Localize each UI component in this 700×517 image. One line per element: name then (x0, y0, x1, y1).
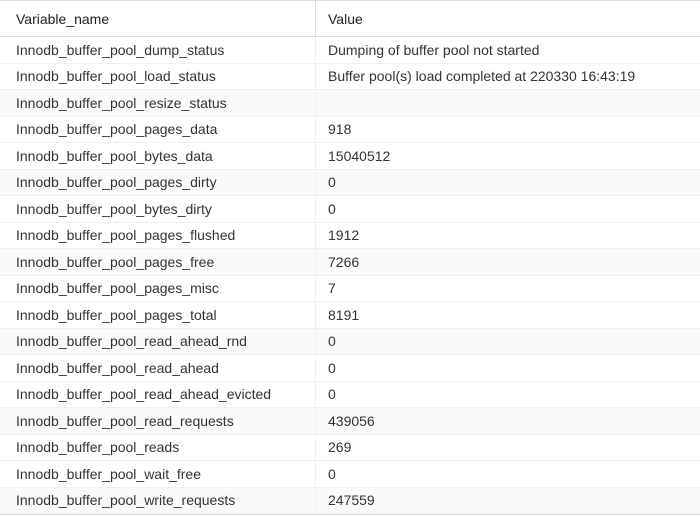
cell-variable-name: Innodb_buffer_pool_load_status (0, 64, 316, 90)
table-row[interactable]: Innodb_buffer_pool_reads269 (0, 435, 700, 462)
cell-variable-name: Innodb_buffer_pool_bytes_data (0, 143, 316, 169)
cell-value: 247559 (316, 492, 700, 508)
table-row[interactable]: Innodb_buffer_pool_wait_free0 (0, 461, 700, 488)
cell-value: 439056 (316, 413, 700, 429)
table-row[interactable]: Innodb_buffer_pool_pages_free7266 (0, 249, 700, 276)
table-row[interactable]: Innodb_buffer_pool_bytes_data15040512 (0, 143, 700, 170)
cell-value: 0 (316, 466, 700, 482)
cell-value: 7 (316, 280, 700, 296)
cell-value: 0 (316, 333, 700, 349)
cell-value: Dumping of buffer pool not started (316, 42, 700, 58)
table-row[interactable]: Innodb_buffer_pool_pages_data918 (0, 117, 700, 144)
cell-value: 269 (316, 439, 700, 455)
table-row[interactable]: Innodb_buffer_pool_read_requests439056 (0, 408, 700, 435)
cell-variable-name: Innodb_buffer_pool_read_ahead_evicted (0, 382, 316, 408)
cell-variable-name: Innodb_buffer_pool_pages_free (0, 249, 316, 275)
status-table: Variable_name Value Innodb_buffer_pool_d… (0, 0, 700, 515)
cell-value: 15040512 (316, 148, 700, 164)
cell-value: 1912 (316, 227, 700, 243)
cell-value: 0 (316, 201, 700, 217)
table-row[interactable]: Innodb_buffer_pool_pages_flushed1912 (0, 223, 700, 250)
column-header-value[interactable]: Value (316, 11, 700, 27)
cell-value: Buffer pool(s) load completed at 220330 … (316, 68, 700, 84)
cell-value: 7266 (316, 254, 700, 270)
cell-variable-name: Innodb_buffer_pool_resize_status (0, 90, 316, 116)
cell-variable-name: Innodb_buffer_pool_pages_misc (0, 276, 316, 302)
cell-value: 918 (316, 121, 700, 137)
table-row[interactable]: Innodb_buffer_pool_dump_statusDumping of… (0, 37, 700, 64)
table-row[interactable]: Innodb_buffer_pool_pages_total8191 (0, 302, 700, 329)
table-row[interactable]: Innodb_buffer_pool_read_ahead_rnd0 (0, 329, 700, 356)
cell-variable-name: Innodb_buffer_pool_read_requests (0, 408, 316, 434)
table-row[interactable]: Innodb_buffer_pool_pages_dirty0 (0, 170, 700, 197)
cell-variable-name: Innodb_buffer_pool_wait_free (0, 461, 316, 487)
table-row[interactable]: Innodb_buffer_pool_bytes_dirty0 (0, 196, 700, 223)
table-body: Innodb_buffer_pool_dump_statusDumping of… (0, 37, 700, 514)
table-row[interactable]: Innodb_buffer_pool_pages_misc7 (0, 276, 700, 303)
table-row[interactable]: Innodb_buffer_pool_resize_status (0, 90, 700, 117)
cell-variable-name: Innodb_buffer_pool_pages_flushed (0, 223, 316, 249)
cell-variable-name: Innodb_buffer_pool_dump_status (0, 37, 316, 63)
cell-variable-name: Innodb_buffer_pool_read_ahead (0, 355, 316, 381)
cell-variable-name: Innodb_buffer_pool_reads (0, 435, 316, 461)
table-row[interactable]: Innodb_buffer_pool_read_ahead_evicted0 (0, 382, 700, 409)
cell-value: 0 (316, 174, 700, 190)
table-row[interactable]: Innodb_buffer_pool_load_statusBuffer poo… (0, 64, 700, 91)
cell-value: 8191 (316, 307, 700, 323)
cell-value: 0 (316, 360, 700, 376)
cell-variable-name: Innodb_buffer_pool_pages_total (0, 302, 316, 328)
cell-variable-name: Innodb_buffer_pool_bytes_dirty (0, 196, 316, 222)
cell-variable-name: Innodb_buffer_pool_pages_dirty (0, 170, 316, 196)
cell-variable-name: Innodb_buffer_pool_write_requests (0, 488, 316, 514)
cell-value: 0 (316, 386, 700, 402)
cell-variable-name: Innodb_buffer_pool_pages_data (0, 117, 316, 143)
table-row[interactable]: Innodb_buffer_pool_read_ahead0 (0, 355, 700, 382)
table-row[interactable]: Innodb_buffer_pool_write_requests247559 (0, 488, 700, 515)
column-header-name[interactable]: Variable_name (0, 1, 316, 36)
cell-variable-name: Innodb_buffer_pool_read_ahead_rnd (0, 329, 316, 355)
table-header-row: Variable_name Value (0, 1, 700, 37)
